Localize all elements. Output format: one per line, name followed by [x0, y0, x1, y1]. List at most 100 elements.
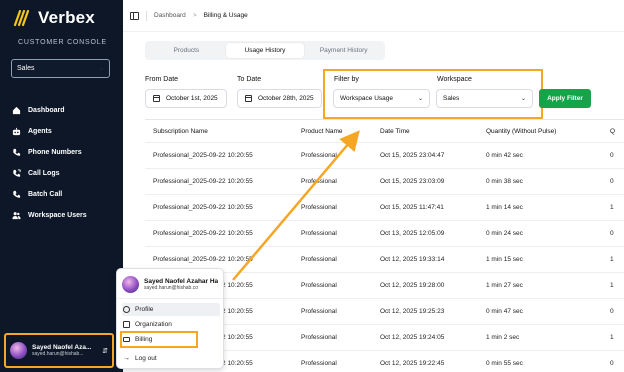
workspace-select-value: Sales — [17, 65, 35, 72]
tab-usage-history[interactable]: Usage History — [225, 43, 305, 58]
cell-product: Professional — [301, 152, 337, 159]
cell-datetime: Oct 13, 2025 12:05:09 — [380, 230, 445, 237]
filter-by-select[interactable]: Workspace Usage ⌄ — [333, 89, 430, 108]
sidebar: Verbex CUSTOMER CONSOLE Sales ⌄ Dashboar… — [0, 0, 123, 372]
chevron-down-icon: ⌄ — [520, 96, 526, 102]
filter-by-label: Filter by — [334, 76, 359, 83]
breadcrumb-dashboard[interactable]: Dashboard — [154, 12, 186, 19]
cell-datetime: Oct 15, 2025 23:03:09 — [380, 178, 445, 185]
popup-user-name: Sayed Naofel Azahar Ha... — [144, 278, 218, 285]
table-row[interactable]: Professional_2025-09-22 10:20:55 Profess… — [145, 143, 624, 169]
column-header[interactable]: Q — [610, 128, 624, 135]
brand-logo[interactable]: Verbex — [12, 8, 95, 28]
popup-user-info: Sayed Naofel Azahar Ha... sayed.harun@hi… — [144, 278, 218, 291]
sidebar-user-menu[interactable]: Sayed Naofel Aza... sayed.harun@hishab..… — [4, 333, 114, 368]
sidebar-toggle-icon[interactable] — [130, 11, 139, 20]
table-row[interactable]: Professional_2025-09-22 10:20:55 Profess… — [145, 221, 624, 247]
to-date-label: To Date — [237, 76, 262, 83]
from-date-value: October 1st, 2025 — [166, 95, 218, 102]
workspace-filter-select[interactable]: Sales ⌄ — [436, 89, 533, 108]
cell-subscription: Professional_2025-09-22 10:20:55 — [153, 204, 253, 211]
cell-product: Professional — [301, 282, 337, 289]
breadcrumb-current: Billing & Usage — [203, 12, 248, 19]
call-log-icon — [13, 169, 21, 177]
billing-highlight-box — [120, 331, 198, 348]
cell-product: Professional — [301, 230, 337, 237]
cell-product: Professional — [301, 360, 337, 367]
users-icon — [12, 212, 21, 220]
to-date-picker[interactable]: October 28th, 2025 — [237, 89, 322, 108]
cell-quantity-pulse: 1 — [610, 334, 614, 341]
avatar — [10, 342, 27, 359]
sidebar-item-label: Dashboard — [28, 107, 65, 114]
cell-quantity-pulse: 1 — [610, 256, 614, 263]
cell-quantity-pulse: 1 — [610, 282, 614, 289]
cell-quantity-pulse: 1 — [610, 204, 614, 211]
chevrons-up-down-icon: ⇵ — [102, 347, 108, 355]
menu-item-profile[interactable]: Profile — [122, 303, 220, 316]
sidebar-item-label: Batch Call — [28, 191, 63, 198]
menu-item-label: Log out — [135, 355, 157, 362]
user-email: sayed.harun@hishab... — [32, 351, 84, 357]
sidebar-item-label: Agents — [28, 128, 52, 135]
menu-item-organization[interactable]: Organization — [122, 318, 220, 331]
user-name: Sayed Naofel Aza... — [32, 344, 92, 351]
cell-datetime: Oct 12, 2025 19:28:00 — [380, 282, 445, 289]
home-icon — [12, 106, 21, 115]
divider — [146, 10, 147, 21]
cell-product: Professional — [301, 308, 337, 315]
column-header[interactable]: Quantity (Without Pulse) — [486, 128, 610, 135]
cell-product: Professional — [301, 334, 337, 341]
from-date-picker[interactable]: October 1st, 2025 — [145, 89, 227, 108]
table-row[interactable]: Professional_2025-09-22 10:20:55 Profess… — [145, 195, 624, 221]
tab-bar: Products Usage History Payment History — [145, 41, 385, 60]
sidebar-item-phone-numbers[interactable]: Phone Numbers — [12, 142, 117, 163]
bot-icon — [12, 127, 21, 136]
calendar-icon — [245, 95, 252, 102]
cell-quantity-pulse: 0 — [610, 230, 614, 237]
logout-icon: → — [123, 355, 130, 362]
workspace-filter-value: Sales — [443, 95, 460, 102]
cell-subscription: Professional_2025-09-22 10:20:55 — [153, 152, 253, 159]
table-header: Subscription Name Product Name Date Time… — [145, 120, 624, 143]
sidebar-item-label: Workspace Users — [28, 212, 87, 219]
cell-quantity-pulse: 0 — [610, 178, 614, 185]
sidebar-item-label: Call Logs — [28, 170, 60, 177]
sidebar-item-label: Phone Numbers — [28, 149, 82, 156]
calendar-icon — [153, 95, 160, 102]
tab-products[interactable]: Products — [147, 43, 226, 58]
user-info: Sayed Naofel Aza... sayed.harun@hishab..… — [32, 344, 97, 357]
table-row[interactable]: Professional_2025-09-22 10:20:55 Profess… — [145, 169, 624, 195]
sidebar-item-call-logs[interactable]: Call Logs — [12, 163, 117, 184]
to-date-value: October 28th, 2025 — [258, 95, 314, 102]
cell-product: Professional — [301, 178, 337, 185]
cell-datetime: Oct 15, 2025 11:47:41 — [380, 204, 444, 211]
sidebar-item-workspace-users[interactable]: Workspace Users — [12, 205, 117, 226]
cell-quantity: 0 min 42 sec — [486, 152, 523, 159]
workspace-label: Workspace — [437, 76, 472, 83]
cell-product: Professional — [301, 256, 337, 263]
user-menu-popup: Sayed Naofel Azahar Ha... sayed.harun@hi… — [116, 268, 224, 369]
popup-user-email: sayed.harun@hishab.co — [144, 285, 198, 291]
apply-filter-button[interactable]: Apply Filter — [539, 89, 591, 108]
from-date-label: From Date — [145, 76, 179, 83]
workspace-select[interactable]: Sales ⌄ — [11, 59, 110, 78]
menu-item-logout[interactable]: → Log out — [122, 352, 220, 365]
cell-quantity-pulse: 0 — [610, 152, 614, 159]
cell-quantity: 0 min 55 sec — [486, 360, 523, 367]
tab-payment-history[interactable]: Payment History — [304, 43, 383, 58]
sidebar-item-batch-call[interactable]: Batch Call — [12, 184, 117, 205]
cell-quantity: 1 min 27 sec — [486, 282, 523, 289]
sidebar-item-dashboard[interactable]: Dashboard — [12, 100, 117, 121]
menu-item-label: Organization — [135, 321, 172, 328]
cell-quantity: 1 min 14 sec — [486, 204, 523, 211]
column-header[interactable]: Subscription Name — [145, 128, 301, 135]
cell-datetime: Oct 15, 2025 23:04:47 — [380, 152, 445, 159]
cell-quantity-pulse: 0 — [610, 308, 614, 315]
phone-icon — [13, 148, 21, 156]
cell-datetime: Oct 12, 2025 19:25:23 — [380, 308, 445, 315]
sidebar-item-agents[interactable]: Agents — [12, 121, 117, 142]
column-header[interactable]: Product Name — [301, 128, 380, 135]
breadcrumb-separator: > — [192, 12, 197, 19]
column-header[interactable]: Date Time — [380, 128, 486, 135]
